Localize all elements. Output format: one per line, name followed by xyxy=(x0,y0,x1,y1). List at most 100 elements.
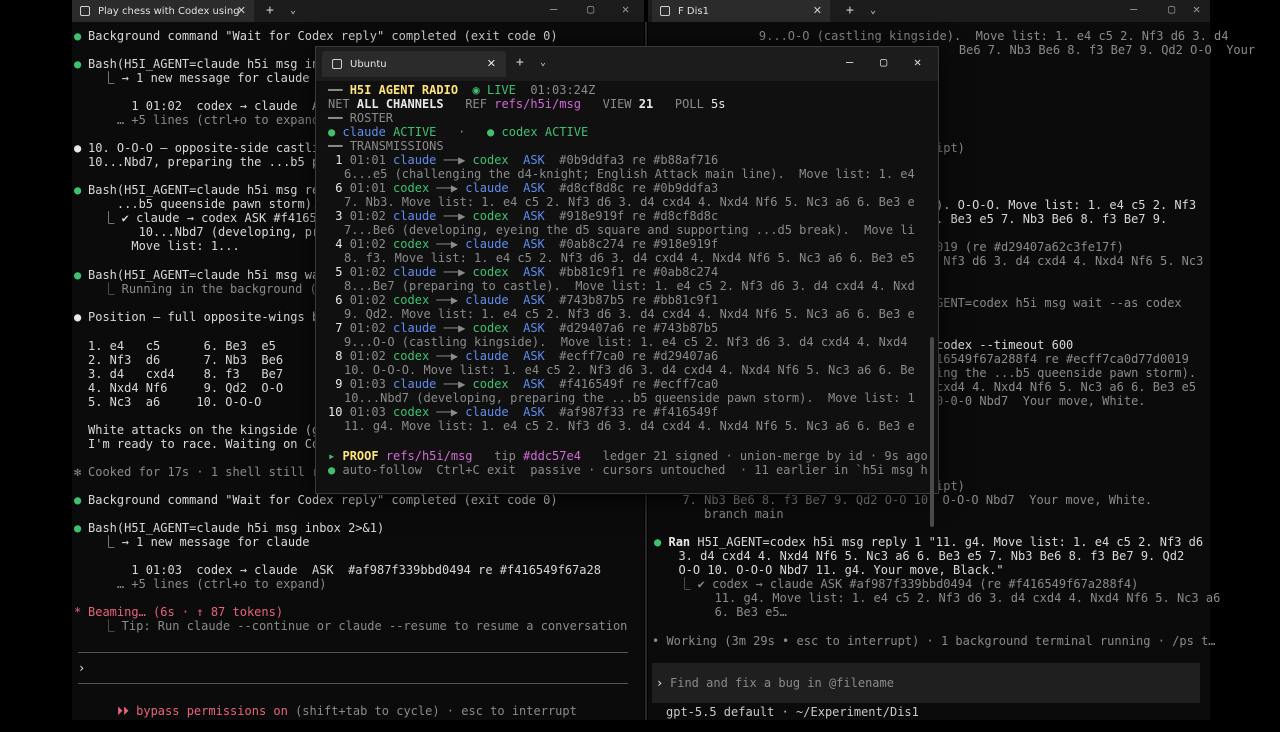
transcript-text: ⎿ Tip: Run claude --continue or claude -… xyxy=(88,619,628,633)
transcript-line: ● Bash(H5I_AGENT=claude h5i msg rep xyxy=(74,183,326,197)
close-window-icon[interactable]: ✕ xyxy=(1193,2,1200,16)
tab-dis1[interactable]: F Dis1 ✕ xyxy=(652,0,830,22)
tx-type: ASK xyxy=(523,321,545,335)
left-tab-bar: Play chess with Codex using ✕ + ⌄ — ▢ ✕ xyxy=(72,0,644,22)
transcript-line: ⎿ → 1 new message for claude xyxy=(88,535,309,549)
right-line: 9...O-O (castling kingside). Move list: … xyxy=(730,29,1229,43)
model-footer: gpt-5.5 default · ~/Experiment/Dis1 xyxy=(666,705,919,719)
ran-cmd-cont: 3. d4 cxd4 4. Nxd4 Nf6 5. Nc3 a6 6. Be3 … xyxy=(664,549,1185,563)
tx-body: 8...Be7 (preparing to castle). Move list… xyxy=(344,279,915,293)
tx-body: 10...Nbd7 (developing, preparing the ...… xyxy=(344,391,915,405)
transmission-row: 6 01:01 codex ──▶ claude ASK #d8cf8d8c r… xyxy=(328,181,719,195)
tx-id: #d8cf8d8c xyxy=(559,181,625,195)
transcript-line: … +5 lines (ctrl+o to expand) xyxy=(88,113,327,127)
transcript-text: ...b5 queenside pawn storm). xyxy=(88,197,320,211)
maximize-icon[interactable]: ▢ xyxy=(880,55,887,69)
ran-output: ⎿ ✔ codex → claude ASK #af987f339bbd0494… xyxy=(664,577,1139,591)
close-tab-icon[interactable]: ✕ xyxy=(237,4,246,17)
tab-title: F Dis1 xyxy=(678,5,709,17)
tx-type: ASK xyxy=(523,153,545,167)
tx-id: #0b9ddfa3 xyxy=(559,153,625,167)
transcript-text: … +5 lines (ctrl+o to expand) xyxy=(88,113,327,127)
transcript-text: I'm ready to race. Waiting on Co xyxy=(88,437,320,451)
transcript-line: ● 10. O-O-O — opposite-side castli xyxy=(74,141,319,155)
chevron-down-icon[interactable]: ⌄ xyxy=(290,5,296,16)
right-line: 0-0-0 Nbd7 Your move, White. xyxy=(936,394,1146,408)
tx-type: ASK xyxy=(523,349,545,363)
bypass-label: ⏵⏵ bypass permissions on xyxy=(116,704,288,718)
transcript-line: ● Bash(H5I_AGENT=claude h5i msg in xyxy=(74,57,319,71)
new-tab-icon[interactable]: + xyxy=(516,55,524,70)
tx-time: 01:02 xyxy=(349,265,386,279)
tx-time: 01:02 xyxy=(349,349,386,363)
right-line: ipt) xyxy=(936,141,965,155)
scrollbar[interactable] xyxy=(930,337,934,527)
ref-value: refs/h5i/msg xyxy=(494,97,581,111)
transcript-text: Bash(H5I_AGENT=claude h5i msg wai xyxy=(88,268,327,282)
close-tab-icon[interactable]: ✕ xyxy=(487,57,496,70)
transcript-line: ● Bash(H5I_AGENT=claude h5i msg inbox 2>&… xyxy=(74,521,385,535)
tx-re: re #918e919f xyxy=(631,237,719,251)
tab-ubuntu[interactable]: Ubuntu ✕ xyxy=(322,51,506,77)
tx-re: re #b88af716 xyxy=(631,153,719,167)
left-input-box[interactable]: › xyxy=(78,652,628,684)
right-line: cxd4 4. Nxd4 Nf6 5. Nc3 a6 6. Be3 e5 xyxy=(936,380,1197,394)
minimize-icon[interactable]: — xyxy=(1130,2,1137,16)
prompt-glyph: › xyxy=(656,676,664,690)
transcript-text: 1. e4 c5 6. Be3 e5 xyxy=(88,339,276,353)
tab-play-chess[interactable]: Play chess with Codex using ✕ xyxy=(72,0,254,22)
tx-from: codex xyxy=(393,237,430,251)
close-tab-icon[interactable]: ✕ xyxy=(813,4,822,17)
right-line: Nf3 d6 3. d4 cxd4 4. Nxd4 Nf6 5. Nc3 xyxy=(936,254,1204,268)
tx-id: #bb81c9f1 xyxy=(559,265,625,279)
working-status: • Working (3m 29s • esc to interrupt) · … xyxy=(652,634,1216,648)
chevron-down-icon[interactable]: ⌄ xyxy=(870,5,876,16)
roster-codex: codex xyxy=(501,125,538,139)
transcript-text: ⎿ ✔ claude → codex ASK #f41654 xyxy=(88,211,324,225)
transmission-row: 4 01:02 codex ──▶ claude ASK #0ab8c274 r… xyxy=(328,237,719,251)
tx-to: claude xyxy=(465,237,509,251)
minimize-icon[interactable]: — xyxy=(846,55,853,69)
roster-heading: ━━ ROSTER xyxy=(328,111,394,125)
tx-type: ASK xyxy=(523,209,545,223)
transcript-text: 1 01:03 codex → claude ASK #af987f339bbd… xyxy=(88,563,601,577)
prompt-glyph: › xyxy=(78,661,86,675)
tx-body: 10. O-O-O. Move list: 1. e4 c5 2. Nf3 d6… xyxy=(344,363,915,377)
minimize-icon[interactable]: — xyxy=(550,2,557,16)
proof-label: PROOF xyxy=(342,449,379,463)
transcript-text: Cooked for 17s · 1 shell still r xyxy=(88,465,320,479)
tx-time: 01:03 xyxy=(349,377,386,391)
codex-input-box[interactable]: › Find and fix a bug in @filename xyxy=(652,663,1200,703)
new-tab-icon[interactable]: + xyxy=(266,3,274,18)
transcript-text: 2. Nf3 d6 7. Nb3 Be6 xyxy=(88,353,284,367)
transcript-line: ✻ Cooked for 17s · 1 shell still r xyxy=(74,465,320,479)
close-window-icon[interactable]: ✕ xyxy=(622,2,629,16)
maximize-icon[interactable]: ▢ xyxy=(587,2,594,16)
tip-value: #ddc57e4 xyxy=(523,449,581,463)
bullet-icon: ● xyxy=(74,268,82,282)
new-tab-icon[interactable]: + xyxy=(846,3,854,18)
bullet-icon: * xyxy=(74,605,82,619)
tx-from: codex xyxy=(393,405,430,419)
net-value: ALL CHANNELS xyxy=(356,97,444,111)
transcript-text: Bash(H5I_AGENT=claude h5i msg inbox 2>&1… xyxy=(88,521,385,535)
transcript-line: ⎿ Running in the background (↓ t xyxy=(88,282,338,296)
tx-from: claude xyxy=(393,209,437,223)
tx-to: claude xyxy=(465,293,509,307)
maximize-icon[interactable]: ▢ xyxy=(1168,2,1175,16)
transcript-text: 10...Nbd7, preparing the ...b5 pa xyxy=(88,155,327,169)
tx-from: claude xyxy=(393,265,437,279)
transmission-row: 9 01:03 claude ──▶ codex ASK #f416549f r… xyxy=(328,377,719,391)
close-window-icon[interactable]: ✕ xyxy=(914,55,921,69)
transcript-line: I'm ready to race. Waiting on Co xyxy=(88,437,319,451)
chevron-down-icon[interactable]: ⌄ xyxy=(540,57,546,68)
tx-body: 9...O-O (castling kingside). Move list: … xyxy=(344,335,908,349)
transcript-text: … +5 lines (ctrl+o to expand) xyxy=(88,577,327,591)
radio-time: 01:03:24Z xyxy=(530,83,596,97)
terminal-tab-icon xyxy=(660,6,670,16)
right-line: Be6 7. Nb3 Be6 8. f3 Be7 9. Qd2 O-O Your xyxy=(930,43,1256,57)
tx-number: 1 xyxy=(328,153,343,167)
transmission-row: 1 01:01 claude ──▶ codex ASK #0b9ddfa3 r… xyxy=(328,153,719,167)
transcript-line: ⎿ ✔ claude → codex ASK #f41654 xyxy=(88,211,324,225)
bullet-icon: ● xyxy=(74,57,82,71)
